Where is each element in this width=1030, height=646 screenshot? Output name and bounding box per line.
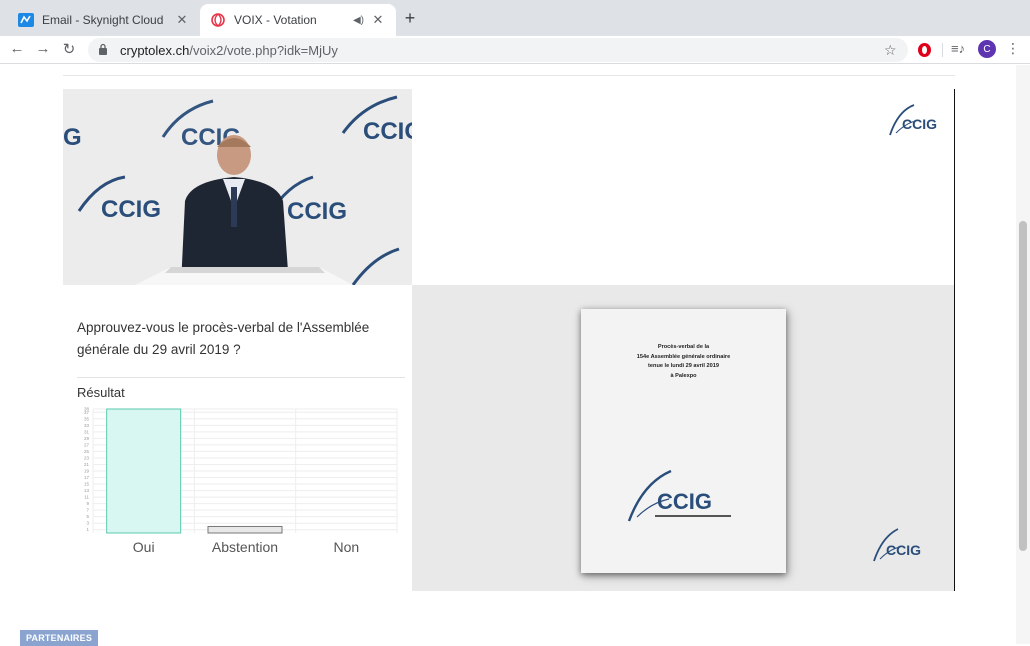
y-tick-label: 11 [84,495,89,500]
y-tick-label: 38 [84,407,90,412]
bar-abstention [207,525,283,534]
tab-email[interactable]: Email - Skynight Cloud ✕ [8,4,200,36]
toolbar-separator [942,43,943,57]
new-tab-button[interactable]: + [400,8,420,29]
y-tick-label: 21 [84,462,90,467]
y-tick-label: 1 [86,527,89,532]
y-tick-label: 15 [84,482,90,487]
y-tick-label: 31 [84,429,90,434]
y-tick-label: 23 [84,455,90,460]
ccig-logo: CCIG [889,104,937,136]
x-tick-label: Non [333,539,359,555]
opera-extension-icon[interactable] [918,43,931,57]
video-frame: CCIG CCIG CCIG CCIG G [63,89,412,285]
svg-text:CCIG: CCIG [886,542,921,558]
document-preview[interactable]: Procès-verbal de la 154e Assemblée génér… [581,309,786,573]
backdrop-logo-text: CCIG [101,196,161,223]
profile-avatar[interactable]: C [978,40,996,58]
top-divider [63,75,955,76]
reload-icon[interactable]: ↻ [60,40,78,58]
bar-oui [106,408,182,534]
backdrop-logo-text: CCIG [363,118,412,145]
y-tick-label: 25 [84,449,90,454]
svg-text:CCIG: CCIG [657,489,712,514]
url-path: /voix2/vote.php?idk=MjUy [189,42,338,58]
page-scrollbar[interactable] [1016,65,1030,644]
y-tick-label: 33 [84,423,90,428]
y-tick-label: 7 [86,508,89,513]
browser-menu-icon[interactable]: ⋮ [1006,40,1020,57]
bookmark-star-icon[interactable]: ☆ [884,42,897,59]
page-viewport: CCIG CCIG CCIG CCIG G [0,65,1030,646]
question-divider [77,377,405,378]
svg-text:G: G [63,124,82,151]
result-chart: 13579111315171921232527293133353738Oui Ab… [84,407,398,555]
backdrop-logo-text: CCIG [287,198,347,225]
skynight-icon [18,12,34,28]
doc-line: tenue le lundi 29 avril 2019 [648,363,719,369]
close-tab-icon[interactable]: ✕ [370,12,386,28]
doc-line: à Palexpo [670,372,697,379]
speaker-icon[interactable]: ◀) [353,15,364,26]
document-ccig-logo: CCIG [627,469,731,522]
tab-title: Email - Skynight Cloud [42,13,164,27]
video-stream[interactable]: CCIG CCIG CCIG CCIG G [63,89,412,285]
y-tick-label: 5 [86,514,89,519]
x-tick-label: Abstention [212,539,278,555]
x-tick-label: Oui [133,539,155,555]
y-tick-label: 35 [84,416,90,421]
back-arrow-icon[interactable]: ← [8,40,26,57]
tab-bar: Email - Skynight Cloud ✕ VOIX - Votation… [0,0,1030,36]
document-panel: Procès-verbal de la 154e Assemblée génér… [412,285,955,591]
result-title: Résultat [77,385,125,400]
address-bar[interactable]: cryptolex.ch/voix2/vote.php?idk=MjUy [88,38,908,62]
doc-line: 154e Assemblée générale ordinaire [636,353,731,360]
tab-title: VOIX - Votation [234,13,317,27]
tab-voix[interactable]: VOIX - Votation ◀) ✕ [200,4,396,36]
svg-text:CCIG: CCIG [902,116,937,132]
media-control-icon[interactable]: ≡♪ [951,41,965,56]
y-tick-label: 19 [84,469,90,474]
browser-toolbar: ← → ↻ cryptolex.ch/voix2/vote.php?idk=Mj… [0,36,1030,64]
y-tick-label: 17 [84,475,90,480]
document-title-block: Procès-verbal de la 154e Assemblée génér… [581,343,786,381]
lock-icon [98,43,112,58]
y-tick-label: 29 [84,436,90,441]
url-host: cryptolex.ch [120,42,190,58]
doc-line: Procès-verbal de la [657,344,710,350]
y-tick-label: 3 [86,521,89,526]
forward-arrow-icon[interactable]: → [34,40,52,57]
voix-spiral-icon [210,12,226,28]
scrollbar-thumb[interactable] [1019,221,1027,551]
question-panel: Approuvez-vous le procès-verbal de l'Ass… [63,285,412,591]
presentation-header: CCIG [412,89,955,285]
y-tick-label: 13 [84,488,90,493]
question-text: Approuvez-vous le procès-verbal de l'Ass… [77,320,370,357]
y-tick-label: 9 [86,501,89,506]
y-tick-label: 27 [84,442,90,447]
ccig-logo-bottom: CCIG [873,528,921,562]
close-tab-icon[interactable]: ✕ [174,12,190,28]
